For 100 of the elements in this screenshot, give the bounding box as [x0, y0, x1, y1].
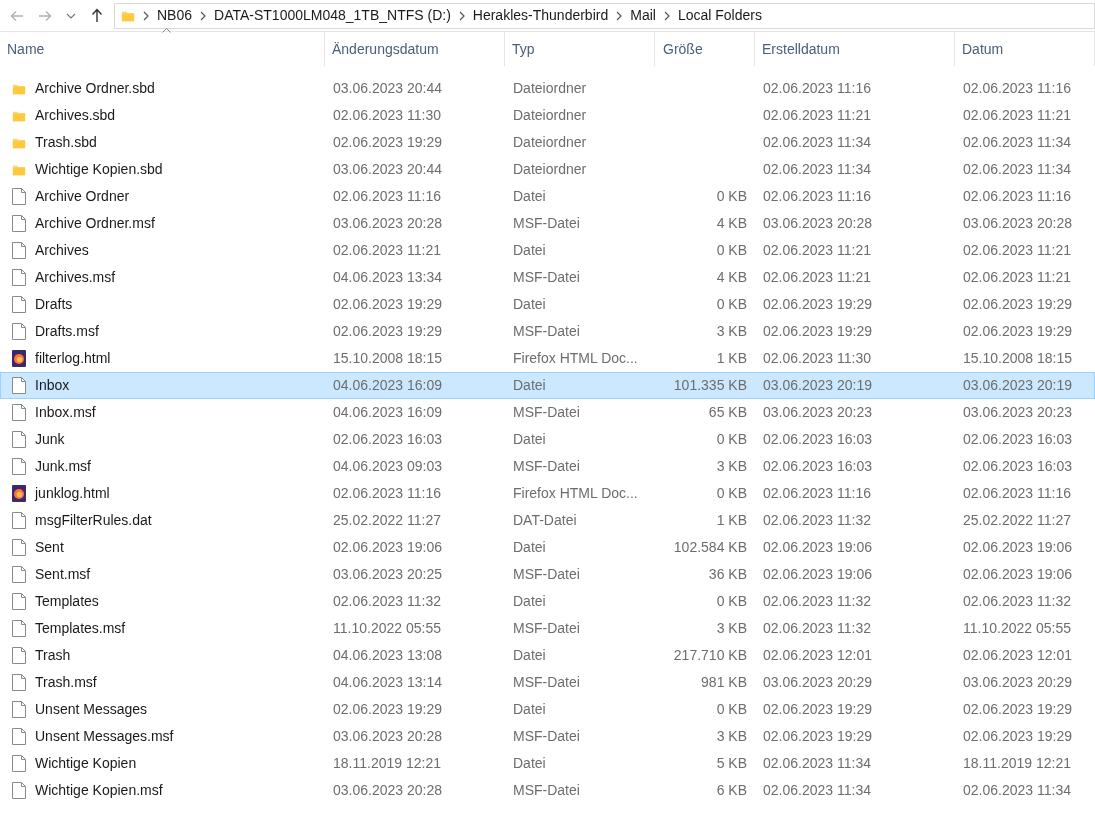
table-cell-text: 02.06.2023 11:16 [763, 79, 871, 98]
table-cell-text: 02.06.2023 19:29 [333, 700, 442, 719]
table-cell-text: Dateiordner [513, 106, 587, 125]
table-cell-text: 02.06.2023 19:29 [763, 700, 872, 719]
file-row[interactable]: Wichtige Kopien.msf 03.06.2023 20:28 MSF-Datei 6 KB 02.06.2023 11:34 02.06.2023 11:34 [0, 777, 1095, 804]
table-cell-text: 03.06.2023 20:25 [333, 565, 442, 584]
table-cell-text: 65 KB [708, 403, 747, 422]
table-cell-text: 3 KB [716, 727, 747, 746]
file-row[interactable]: Inbox.msf 04.06.2023 16:09 MSF-Datei 65 KB 03.06.2023 20:23 03.06.2023 20:23 [0, 399, 1095, 426]
table-cell-text: Datei [513, 538, 546, 557]
column-header[interactable]: Änderungsdatum [332, 38, 439, 60]
table-cell-text: 18.11.2019 12:21 [333, 754, 441, 773]
file-row[interactable]: Unsent Messages.msf 03.06.2023 20:28 MSF-Datei 3 KB 02.06.2023 19:29 02.06.2023 19:29 [0, 723, 1095, 750]
file-icon [12, 215, 26, 232]
file-name: Archives [35, 241, 89, 260]
file-row[interactable]: Drafts 02.06.2023 19:29 Datei 0 KB 02.06.2023 19:29 02.06.2023 19:29 [0, 291, 1095, 318]
table-cell-text: 3 KB [716, 619, 747, 638]
table-cell-text: 03.06.2023 20:19 [763, 376, 872, 395]
file-row[interactable]: Archive Ordner.sbd 03.06.2023 20:44 Dateiordner 02.06.2023 11:16 02.06.2023 11:16 [0, 75, 1095, 102]
file-row[interactable]: Junk.msf 04.06.2023 09:03 MSF-Datei 3 KB 02.06.2023 16:03 02.06.2023 16:03 [0, 453, 1095, 480]
file-name: Junk.msf [35, 457, 91, 476]
breadcrumb-item[interactable]: Local Folders [677, 5, 762, 26]
chevron-right-icon [616, 10, 623, 21]
table-cell-text: 02.06.2023 11:32 [763, 511, 871, 530]
file-name: Wichtige Kopien [35, 754, 137, 773]
table-cell-text: 0 KB [716, 592, 747, 611]
file-row[interactable]: Drafts.msf 02.06.2023 19:29 MSF-Datei 3 KB 02.06.2023 19:29 02.06.2023 19:29 [0, 318, 1095, 345]
table-cell-text: 02.06.2023 11:34 [763, 160, 871, 179]
table-cell-text: Firefox HTML Doc... [513, 349, 638, 368]
file-row[interactable]: Trash.sbd 02.06.2023 19:29 Dateiordner 02.06.2023 11:34 02.06.2023 11:34 [0, 129, 1095, 156]
file-name: msgFilterRules.dat [35, 511, 152, 530]
file-row[interactable]: Wichtige Kopien 18.11.2019 12:21 Datei 5 KB 02.06.2023 11:34 18.11.2019 12:21 [0, 750, 1095, 777]
file-row[interactable]: Templates.msf 11.10.2022 05:55 MSF-Datei 3 KB 02.06.2023 11:32 11.10.2022 05:55 [0, 615, 1095, 642]
file-row[interactable]: Archives.msf 04.06.2023 13:34 MSF-Datei 4 KB 02.06.2023 11:21 02.06.2023 11:21 [0, 264, 1095, 291]
table-cell-text: 981 KB [701, 673, 747, 692]
table-cell-text: 25.02.2022 11:27 [963, 511, 1071, 530]
table-cell-text: 0 KB [716, 241, 747, 260]
file-row[interactable]: msgFilterRules.dat 25.02.2022 11:27 DAT-Datei 1 KB 02.06.2023 11:32 25.02.2022 11:27 [0, 507, 1095, 534]
file-row[interactable]: Sent.msf 03.06.2023 20:25 MSF-Datei 36 KB 02.06.2023 19:06 02.06.2023 19:06 [0, 561, 1095, 588]
table-cell-text: 02.06.2023 12:01 [963, 646, 1072, 665]
table-cell-text: 03.06.2023 20:28 [333, 727, 442, 746]
breadcrumb-item[interactable]: Mail [630, 5, 656, 26]
table-cell-text: 03.06.2023 20:19 [963, 376, 1072, 395]
file-icon [12, 269, 26, 286]
table-cell-text: Dateiordner [513, 160, 587, 179]
chevron-down-icon[interactable] [66, 12, 76, 19]
table-cell-text: Datei [513, 241, 546, 260]
file-row[interactable]: Trash.msf 04.06.2023 13:14 MSF-Datei 981 KB 03.06.2023 20:29 03.06.2023 20:29 [0, 669, 1095, 696]
file-row[interactable]: Unsent Messages 02.06.2023 19:29 Datei 0 KB 02.06.2023 19:29 02.06.2023 19:29 [0, 696, 1095, 723]
table-cell-text: 0 KB [716, 187, 747, 206]
table-cell-text: 02.06.2023 11:16 [963, 187, 1071, 206]
table-cell-text: 4 KB [716, 214, 747, 233]
file-name: Drafts.msf [35, 322, 99, 341]
file-row[interactable]: Junk 02.06.2023 16:03 Datei 0 KB 02.06.2023 16:03 02.06.2023 16:03 [0, 426, 1095, 453]
table-cell-text: 02.06.2023 11:30 [763, 349, 871, 368]
column-header[interactable]: Größe [663, 38, 703, 60]
file-row[interactable]: Sent 02.06.2023 19:06 Datei 102.584 KB 02.06.2023 19:06 02.06.2023 19:06 [0, 534, 1095, 561]
table-cell-text: 6 KB [716, 781, 747, 800]
file-name: Unsent Messages.msf [35, 727, 174, 746]
table-cell-text: 04.06.2023 09:03 [333, 457, 442, 476]
file-name: Unsent Messages [35, 700, 148, 719]
up-arrow-icon[interactable] [90, 8, 104, 23]
breadcrumb-item[interactable]: DATA-ST1000LM048_1TB_NTFS (D:) [214, 5, 451, 26]
file-row[interactable]: Wichtige Kopien.sbd 03.06.2023 20:44 Dateiordner 02.06.2023 11:34 02.06.2023 11:34 [0, 156, 1095, 183]
table-cell-text: MSF-Datei [513, 322, 580, 341]
table-cell-text: 03.06.2023 20:28 [333, 214, 442, 233]
file-icon [12, 458, 26, 475]
column-header[interactable]: Name [7, 38, 45, 60]
table-cell-text: 02.06.2023 19:29 [963, 295, 1072, 314]
table-cell-text: Datei [513, 295, 546, 314]
file-name: junklog.html [35, 484, 110, 503]
file-row[interactable]: Archive Ordner 02.06.2023 11:16 Datei 0 KB 02.06.2023 11:16 02.06.2023 11:16 [0, 183, 1095, 210]
file-name: Inbox.msf [35, 403, 96, 422]
table-cell-text: 02.06.2023 11:34 [963, 133, 1071, 152]
column-header[interactable]: Erstelldatum [762, 38, 840, 60]
file-row[interactable]: filterlog.html 15.10.2008 18:15 Firefox HTML Doc... 1 KB 02.06.2023 11:30 15.10.2008 18:15 [0, 345, 1095, 372]
table-cell-text: Datei [513, 376, 546, 395]
file-row[interactable]: junklog.html 02.06.2023 11:16 Firefox HTML Doc... 0 KB 02.06.2023 11:16 02.06.2023 11:16 [0, 480, 1095, 507]
table-cell-text: 5 KB [716, 754, 747, 773]
breadcrumb-item[interactable]: Herakles-Thunderbird [472, 5, 609, 26]
file-icon [12, 539, 26, 556]
column-header[interactable]: Typ [512, 38, 535, 60]
table-cell-text: 02.06.2023 19:06 [333, 538, 442, 557]
file-name: Archives.sbd [35, 106, 116, 125]
table-cell-text: 02.06.2023 19:06 [963, 538, 1072, 557]
file-row[interactable]: Templates 02.06.2023 11:32 Datei 0 KB 02.06.2023 11:32 02.06.2023 11:32 [0, 588, 1095, 615]
table-cell-text: 03.06.2023 20:29 [963, 673, 1072, 692]
file-icon [12, 728, 26, 745]
table-cell-text: 02.06.2023 12:01 [763, 646, 872, 665]
table-cell-text: 11.10.2022 05:55 [333, 619, 441, 638]
table-cell-text: 02.06.2023 11:21 [963, 106, 1071, 125]
file-row[interactable]: Inbox 04.06.2023 16:09 Datei 101.335 KB 03.06.2023 20:19 03.06.2023 20:19 [0, 372, 1095, 399]
file-row[interactable]: Archives 02.06.2023 11:21 Datei 0 KB 02.06.2023 11:21 02.06.2023 11:21 [0, 237, 1095, 264]
file-row[interactable]: Archives.sbd 02.06.2023 11:30 Dateiordner 02.06.2023 11:21 02.06.2023 11:21 [0, 102, 1095, 129]
breadcrumb-item[interactable]: NB06 [157, 5, 193, 26]
column-header[interactable]: Datum [962, 38, 1004, 60]
file-icon [12, 647, 26, 664]
file-icon [12, 512, 26, 529]
file-row[interactable]: Archive Ordner.msf 03.06.2023 20:28 MSF-Datei 4 KB 03.06.2023 20:28 03.06.2023 20:28 [0, 210, 1095, 237]
file-row[interactable]: Trash 04.06.2023 13:08 Datei 217.710 KB 02.06.2023 12:01 02.06.2023 12:01 [0, 642, 1095, 669]
